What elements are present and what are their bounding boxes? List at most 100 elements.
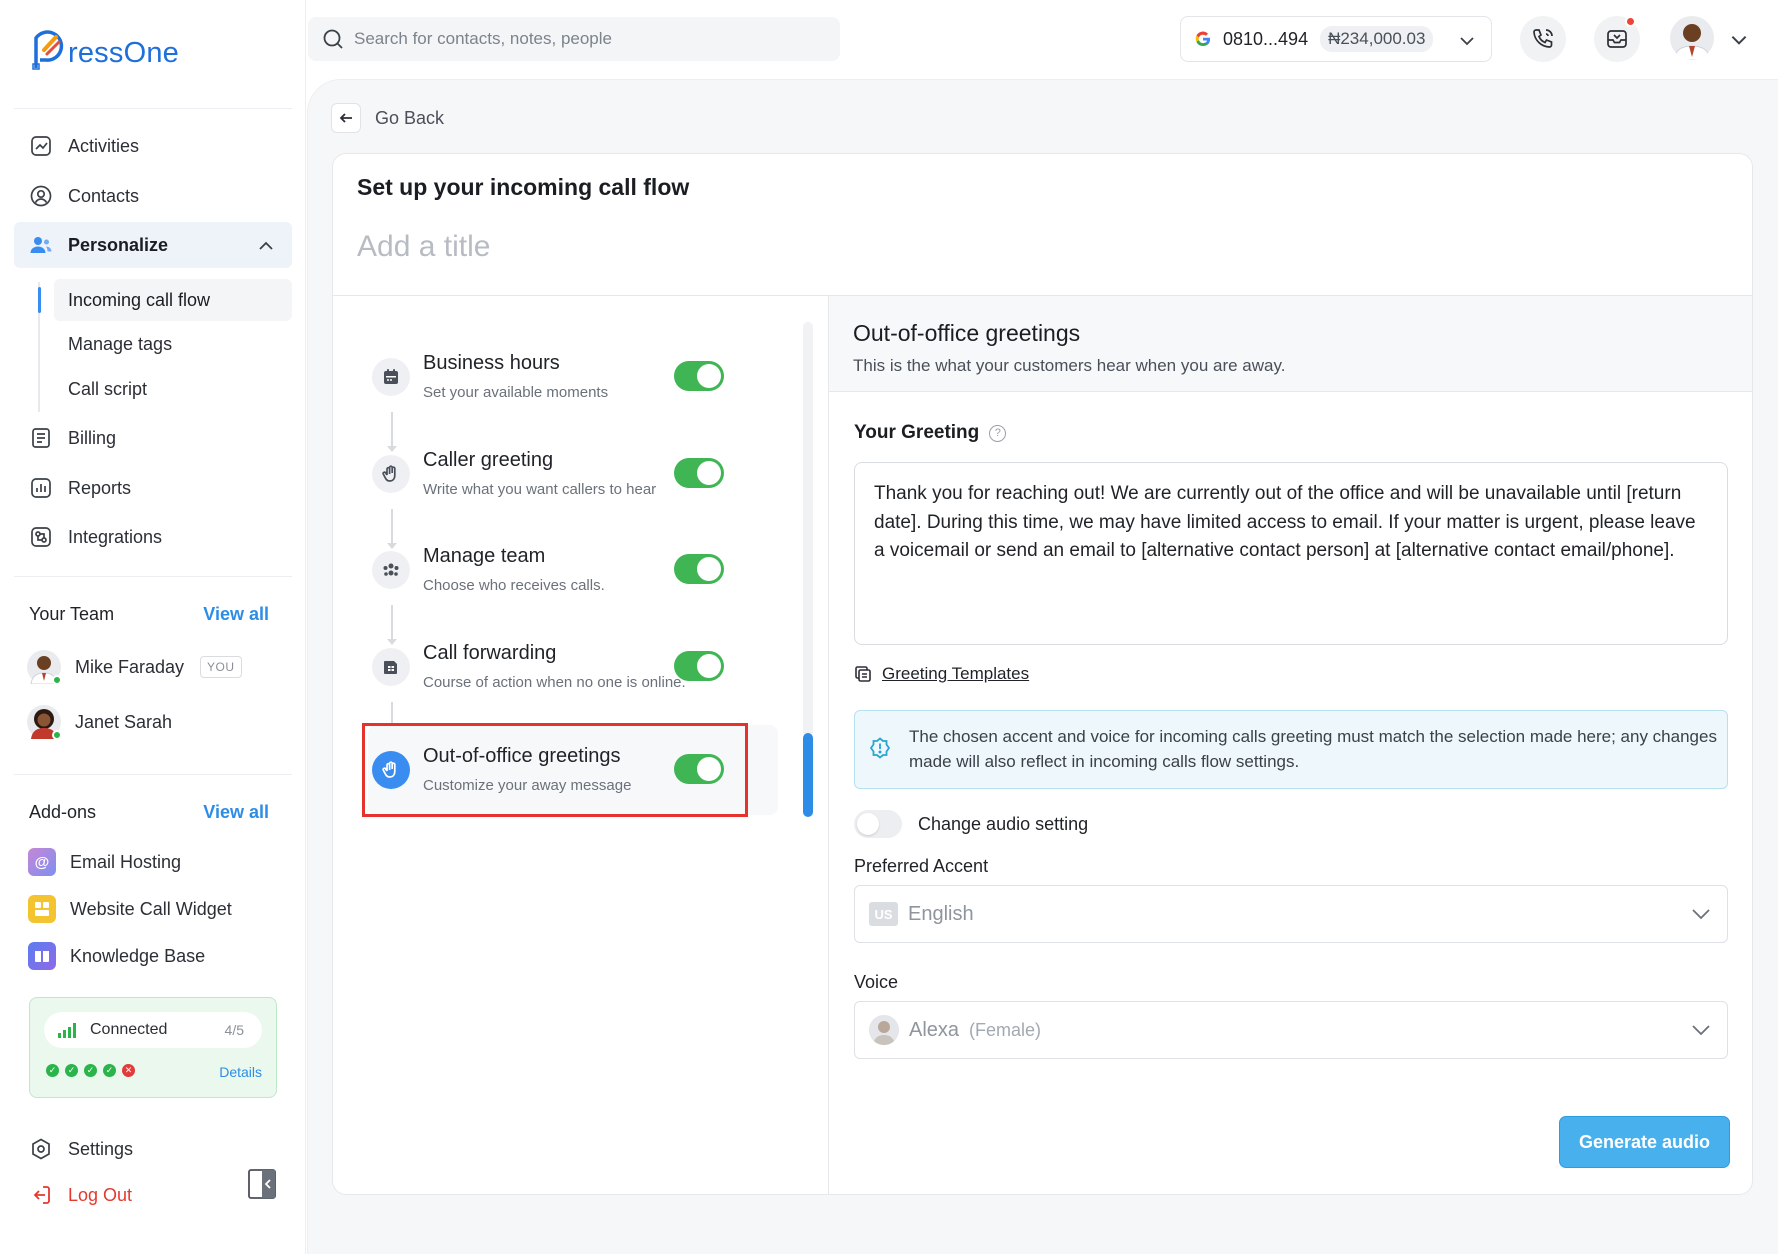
scrollbar-thumb[interactable]: [803, 733, 813, 817]
calendar-icon: [372, 358, 410, 396]
flow-step-toggle[interactable]: [674, 554, 724, 584]
info-alert: The chosen accent and voice for incoming…: [854, 710, 1728, 789]
sidebar-subitem-manage-tags[interactable]: Manage tags: [54, 323, 292, 365]
flow-step-business-hours[interactable]: Business hours Set your available moment…: [368, 332, 778, 422]
flow-step-call-forwarding[interactable]: Call forwarding Course of action when no…: [368, 622, 778, 712]
info-text: The chosen accent and voice for incoming…: [909, 727, 1717, 771]
connection-dots: ✓ ✓ ✓ ✓ ✕: [46, 1064, 135, 1077]
flow-step-caller-greeting[interactable]: Caller greeting Write what you want call…: [368, 429, 778, 519]
notification-dot: [1625, 16, 1636, 27]
flow-step-title: Call forwarding: [423, 642, 557, 664]
addon-label: Email Hosting: [70, 851, 182, 872]
voice-select[interactable]: Alexa (Female): [854, 1001, 1728, 1059]
connection-count: 4/5: [224, 1022, 244, 1038]
avatar: [27, 705, 62, 740]
wave-hand-icon: [372, 751, 410, 789]
accent-label: Preferred Accent: [854, 856, 989, 876]
brand-logo[interactable]: ressOne: [30, 28, 179, 70]
collapse-sidebar-icon[interactable]: [248, 1169, 276, 1199]
us-flag-icon: US: [869, 902, 898, 926]
voice-gender: (Female): [969, 1019, 1042, 1040]
connection-details-link[interactable]: Details: [219, 1064, 262, 1080]
user-circle-icon: [28, 183, 54, 209]
chevron-up-icon[interactable]: [256, 236, 276, 256]
call-flow-card: Set up your incoming call flow Business …: [332, 153, 1753, 1195]
team-member[interactable]: Janet Sarah: [27, 705, 173, 740]
panel-title: Out-of-office greetings: [853, 320, 1081, 346]
signal-bars-icon: [58, 1023, 76, 1038]
chevron-down-icon: [1460, 37, 1474, 46]
addon-email-hosting[interactable]: @ Email Hosting: [28, 848, 181, 876]
help-icon[interactable]: ?: [989, 424, 1007, 442]
greeting-textarea[interactable]: Thank you for reaching out! We are curre…: [854, 462, 1728, 645]
sidebar-subitem-label: Manage tags: [68, 333, 173, 354]
greeting-templates-label: Greeting Templates: [882, 664, 1030, 683]
flow-step-toggle[interactable]: [674, 361, 724, 391]
addons-view-all-link[interactable]: View all: [203, 802, 269, 823]
flow-step-title: Caller greeting: [423, 449, 554, 471]
sidebar-item-label: Contacts: [68, 185, 140, 206]
team-member-name: Mike Faraday: [75, 656, 185, 677]
sidebar-item-reports[interactable]: Reports: [14, 465, 292, 511]
google-icon: [1195, 31, 1211, 47]
team-member-name: Janet Sarah: [75, 711, 173, 732]
sidebar-subitem-call-script[interactable]: Call script: [54, 368, 292, 410]
flow-step-desc: Customize your away message: [423, 777, 632, 794]
scrollbar-track[interactable]: [803, 322, 813, 737]
flow-title-input[interactable]: [357, 230, 957, 264]
you-badge: YOU: [200, 656, 242, 678]
addons-section-title: Add-ons: [29, 802, 97, 822]
sidebar: ressOne Activities Contacts Personalize …: [0, 0, 306, 1254]
change-audio-toggle[interactable]: [854, 810, 902, 838]
go-back-button[interactable]: Go Back: [331, 103, 444, 133]
account-selector[interactable]: 0810...494 ₦234,000.03: [1180, 16, 1492, 62]
sidebar-item-label: Settings: [68, 1138, 134, 1159]
team-view-all-link[interactable]: View all: [203, 604, 269, 625]
sidebar-item-billing[interactable]: Billing: [14, 415, 292, 461]
chevron-down-icon[interactable]: [1728, 29, 1750, 51]
flow-step-desc: Write what you want callers to hear: [423, 481, 657, 498]
sidebar-item-integrations[interactable]: Integrations: [14, 514, 292, 560]
sidebar-item-personalize[interactable]: Personalize: [14, 222, 292, 268]
generate-audio-button[interactable]: Generate audio: [1559, 1116, 1730, 1168]
greeting-label: Your Greeting ?: [854, 422, 1007, 444]
flow-step-out-of-office[interactable]: Out-of-office greetings Customize your a…: [368, 725, 778, 815]
flow-step-toggle[interactable]: [674, 458, 724, 488]
templates-icon: [855, 666, 871, 682]
flow-step-desc: Set your available moments: [423, 384, 609, 401]
search-input[interactable]: [354, 29, 794, 49]
arrow-left-icon: [331, 103, 361, 133]
search-bar[interactable]: [308, 17, 840, 61]
phone-call-button[interactable]: [1520, 16, 1566, 62]
flow-step-toggle[interactable]: [674, 754, 724, 784]
greeting-templates-link[interactable]: Greeting Templates: [854, 664, 1029, 684]
sidebar-subitem-incoming-call-flow[interactable]: Incoming call flow: [38, 279, 292, 321]
addon-label: Website Call Widget: [70, 898, 232, 919]
addon-website-call-widget[interactable]: Website Call Widget: [28, 895, 232, 923]
team-member[interactable]: Mike Faraday YOU: [27, 650, 242, 685]
check-icon: ✓: [84, 1064, 97, 1077]
sidebar-item-activities[interactable]: Activities: [14, 123, 292, 169]
flow-step-toggle[interactable]: [674, 651, 724, 681]
sidebar-item-label: Reports: [68, 477, 132, 498]
addon-knowledge-base[interactable]: Knowledge Base: [28, 942, 205, 970]
logout-icon: [28, 1182, 54, 1208]
sidebar-item-settings[interactable]: Settings: [14, 1126, 292, 1172]
sidebar-item-label: Personalize: [68, 234, 169, 255]
sidebar-item-contacts[interactable]: Contacts: [14, 173, 292, 219]
accent-value: English: [908, 902, 974, 925]
page-title: Set up your incoming call flow: [357, 174, 690, 200]
chevron-down-icon: [1692, 1025, 1710, 1036]
connection-status-card: Connected 4/5 ✓ ✓ ✓ ✓ ✕ Details: [29, 997, 277, 1098]
flow-step-manage-team[interactable]: Manage team Choose who receives calls.: [368, 525, 778, 615]
inbox-icon: [1607, 30, 1627, 48]
account-number: 0810...494: [1223, 28, 1309, 49]
divider: [828, 296, 829, 1194]
accent-select[interactable]: US English: [854, 885, 1728, 943]
inbox-button[interactable]: [1594, 16, 1640, 62]
user-avatar[interactable]: [1670, 16, 1714, 60]
avatar: [27, 650, 62, 685]
sidebar-divider: [14, 576, 292, 577]
sidebar-subitem-label: Call script: [68, 378, 148, 399]
check-icon: ✓: [46, 1064, 59, 1077]
